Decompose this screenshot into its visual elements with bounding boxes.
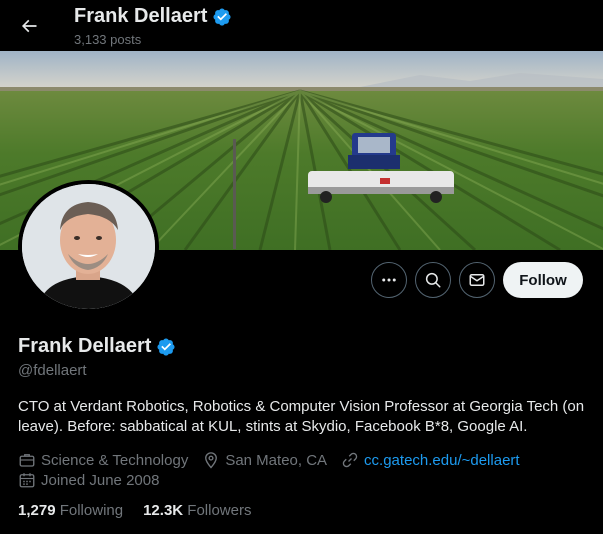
search-button[interactable] xyxy=(415,262,451,298)
search-icon xyxy=(425,272,441,288)
post-count: 3,133 posts xyxy=(74,32,142,47)
avatar-frame[interactable] xyxy=(18,180,159,313)
following-label: Following xyxy=(59,502,124,519)
location-pin-icon xyxy=(205,452,218,469)
verified-badge-icon[interactable] xyxy=(156,337,176,357)
avatar[interactable] xyxy=(22,184,155,309)
back-button[interactable] xyxy=(14,11,44,41)
avatar-image xyxy=(22,184,155,309)
profile-meta-row: Science & Technology San Mateo, CA cc.ga… xyxy=(18,451,534,469)
joined-item: Joined June 2008 xyxy=(18,471,159,489)
category-text: Science & Technology xyxy=(41,451,189,469)
profile-name: Frank Dellaert xyxy=(18,335,176,358)
arrow-left-icon xyxy=(21,19,37,33)
location-item: San Mateo, CA xyxy=(202,451,327,469)
location-text: San Mateo, CA xyxy=(225,451,328,469)
following-count: 1,279 xyxy=(18,502,56,519)
category-item: Science & Technology xyxy=(18,451,188,469)
profile-joined-row: Joined June 2008 xyxy=(18,471,173,489)
profile-header: Frank Dellaert 3,133 posts xyxy=(0,0,603,51)
followers-count: 12.3K xyxy=(143,502,184,519)
joined-text: Joined June 2008 xyxy=(41,471,160,489)
more-button[interactable] xyxy=(371,262,407,298)
header-name-text: Frank Dellaert xyxy=(74,5,208,27)
message-button[interactable] xyxy=(459,262,495,298)
profile-stats: 1,279 Following 12.3K Followers xyxy=(18,502,271,519)
mail-icon xyxy=(469,274,485,286)
website-link[interactable]: cc.gatech.edu/~dellaert xyxy=(364,452,520,469)
follow-button[interactable]: Follow xyxy=(503,262,583,298)
verified-badge-icon xyxy=(213,7,231,26)
following-link[interactable]: 1,279 Following xyxy=(18,502,123,519)
calendar-icon xyxy=(19,473,35,488)
profile-handle: @fdellaert xyxy=(18,362,87,379)
website-item: cc.gatech.edu/~dellaert xyxy=(341,451,520,469)
profile-bio: CTO at Verdant Robotics, Robotics & Comp… xyxy=(18,398,585,435)
link-icon xyxy=(342,452,358,468)
briefcase-icon xyxy=(19,454,35,467)
header-title: Frank Dellaert xyxy=(74,5,232,28)
profile-name-text: Frank Dellaert xyxy=(18,335,152,357)
more-icon xyxy=(382,278,396,282)
followers-link[interactable]: 12.3K Followers xyxy=(143,502,251,519)
followers-label: Followers xyxy=(187,502,252,519)
